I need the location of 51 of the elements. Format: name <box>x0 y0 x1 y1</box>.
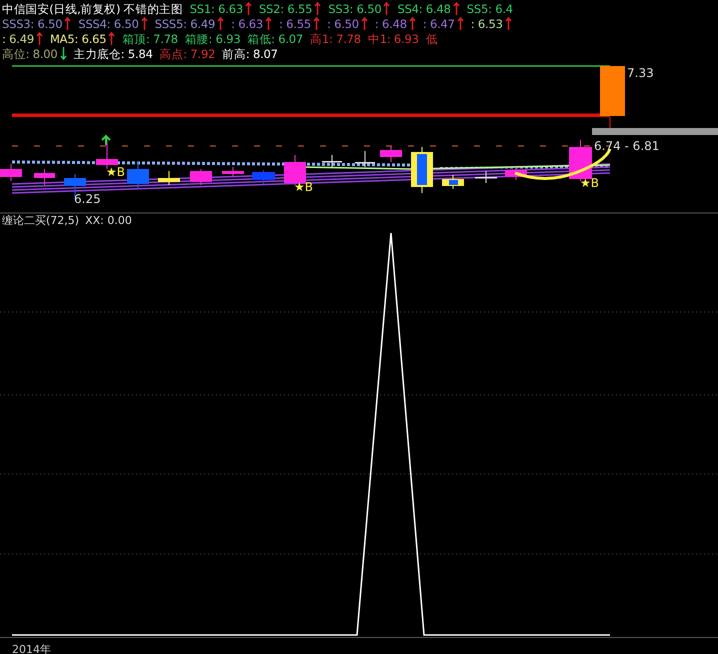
candlestick <box>0 164 22 182</box>
indicator-value: : 6.47 <box>422 16 455 30</box>
candlestick <box>505 166 527 180</box>
candlestick <box>380 146 402 162</box>
indicator-value: : 6.49 <box>2 32 34 46</box>
indicator-value: 箱腰: 6.93 <box>184 32 240 46</box>
indicator-value: SS3: 6.50 <box>328 2 382 16</box>
indicator-value: : 6.55 <box>279 16 311 30</box>
indicator-value: SSS3: 6.50 <box>2 16 62 30</box>
candlestick <box>475 170 497 184</box>
indicator-value: XX: 0.00 <box>85 214 132 227</box>
indicator-value: : 6.48 <box>374 16 407 30</box>
price-label: 6.74 - 6.81 <box>594 139 660 153</box>
indicator-title: 缠论二买(72,5) <box>2 213 80 228</box>
candlestick <box>34 168 55 186</box>
indicator-value: SS2: 6.55 <box>258 2 312 16</box>
candlestick <box>322 154 342 168</box>
indicator-value: 高点: 7.92 <box>160 46 216 60</box>
indicator-value: 中1: 6.93 <box>368 32 419 46</box>
indicator-value: 低 <box>426 32 438 46</box>
date-label: 2014年 <box>11 642 51 654</box>
candlestick <box>127 162 149 190</box>
price-label: 7.33 <box>627 66 654 80</box>
indicator-value: 前高: 8.07 <box>222 46 278 60</box>
candlestick <box>190 168 212 186</box>
indicator-value: 箱顶: 7.78 <box>122 32 178 46</box>
indicator-value: 主力底仓: 5.84 <box>74 46 153 60</box>
indicator-value: SS1: 6.63 <box>190 2 243 16</box>
indicator-value: 高1: 7.78 <box>310 32 361 46</box>
indicator-value: SS4: 6.48 <box>397 2 451 16</box>
indicator-value: : 6.53 <box>470 16 503 30</box>
indicator-value: SSS5: 6.49 <box>154 16 216 30</box>
candlestick <box>252 170 275 184</box>
candlestick <box>355 150 375 168</box>
price-label: 6.25 <box>74 192 101 206</box>
indicator-value: : 6.50 <box>326 16 359 30</box>
buy-signal-label: ★B <box>580 176 599 190</box>
candlestick <box>158 170 180 186</box>
candlestick <box>222 166 244 178</box>
indicator-value: 箱低: 6.07 <box>247 32 304 46</box>
indicator-value: 中信国安(日线,前复权) 不错的主图 <box>2 2 183 16</box>
buy-signal-label: ★B <box>294 180 313 194</box>
indicator-value: SSS4: 6.50 <box>78 16 139 30</box>
up-arrow-icon <box>101 134 111 146</box>
indicator-value: MA5: 6.65 <box>50 32 106 46</box>
price-range-bar <box>600 66 625 116</box>
candlestick <box>411 146 433 194</box>
indicator-value: 高位: 8.00 <box>2 46 58 60</box>
indicator-value: : 6.63 <box>231 16 264 30</box>
buy-signal-label: ★B <box>106 165 125 179</box>
indicator-value: SS5: 6.4 <box>466 2 513 16</box>
